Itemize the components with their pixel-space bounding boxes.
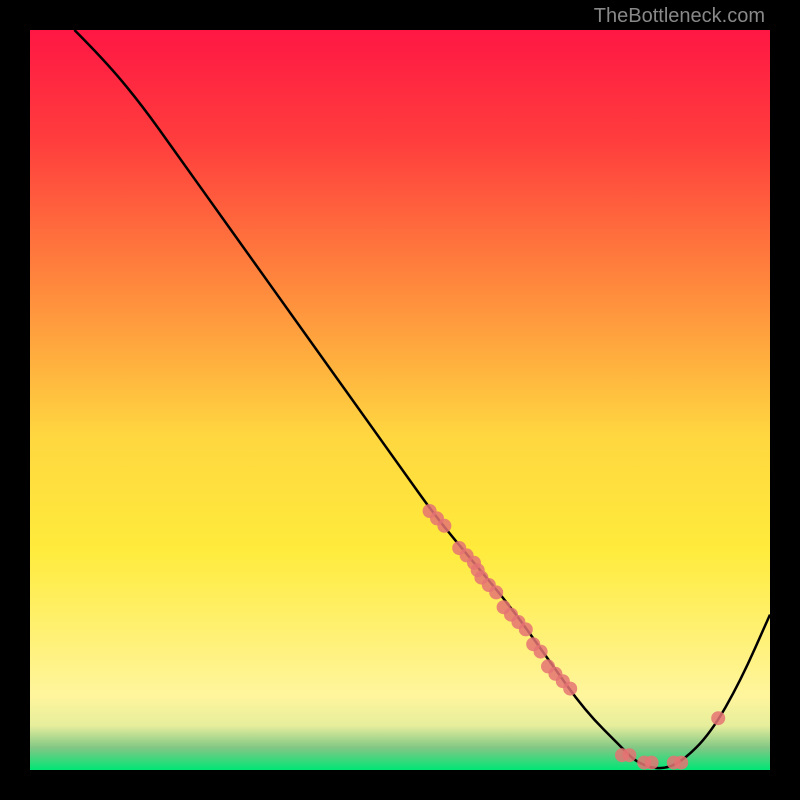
chart-container: TheBottleneck.com: [0, 0, 800, 800]
data-point: [534, 645, 548, 659]
data-point: [645, 756, 659, 770]
data-point: [622, 748, 636, 762]
watermark-text: TheBottleneck.com: [594, 5, 765, 28]
gradient-background: [30, 30, 770, 770]
chart-svg: [30, 30, 770, 770]
data-point: [489, 585, 503, 599]
data-point: [563, 682, 577, 696]
data-point: [519, 622, 533, 636]
data-point: [711, 711, 725, 725]
plot-area: [30, 30, 770, 770]
data-point: [437, 519, 451, 533]
data-point: [674, 756, 688, 770]
